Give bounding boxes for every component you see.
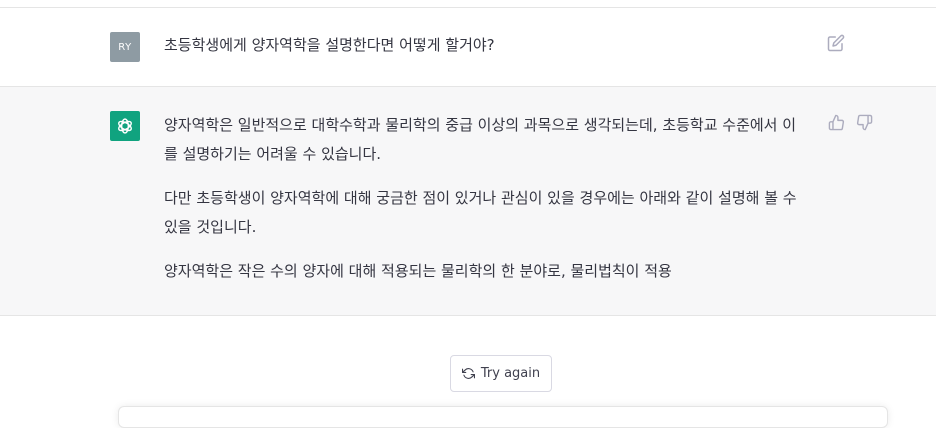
user-message-text: 초등학생에게 양자역학을 설명한다면 어떻게 할거야? <box>164 36 495 54</box>
edit-button[interactable] <box>827 34 847 54</box>
thumbs-down-icon <box>856 114 873 131</box>
assistant-message-text: 양자역학은 일반적으로 대학수학과 물리학의 중급 이상의 과목으로 생각되는데… <box>164 111 809 301</box>
assistant-avatar <box>110 111 140 141</box>
assistant-paragraph: 양자역학은 작은 수의 양자에 대해 적용되는 물리학의 한 분야로, 물리법칙… <box>164 262 672 280</box>
thumbs-up-icon <box>828 114 845 131</box>
message-input[interactable] <box>118 406 888 428</box>
edit-icon <box>827 34 845 52</box>
thumbs-down-button[interactable] <box>856 114 874 132</box>
try-again-button[interactable]: Try again <box>450 355 552 392</box>
refresh-icon <box>461 368 475 379</box>
thumbs-up-button[interactable] <box>828 114 846 132</box>
user-avatar: RY <box>110 32 140 62</box>
assistant-message-row: 양자역학은 일반적으로 대학수학과 물리학의 중급 이상의 과목으로 생각되는데… <box>0 87 936 316</box>
assistant-paragraph: 다만 초등학생이 양자역학에 대해 궁금한 점이 있거나 관심이 있을 경우에는… <box>164 189 797 236</box>
openai-logo-icon <box>118 118 132 134</box>
try-again-label: Try again <box>480 366 541 381</box>
assistant-paragraph: 양자역학은 일반적으로 대학수학과 물리학의 중급 이상의 과목으로 생각되는데… <box>164 116 797 163</box>
user-message-row: RY 초등학생에게 양자역학을 설명한다면 어떻게 할거야? <box>0 8 936 87</box>
user-avatar-initials: RY <box>118 41 132 53</box>
